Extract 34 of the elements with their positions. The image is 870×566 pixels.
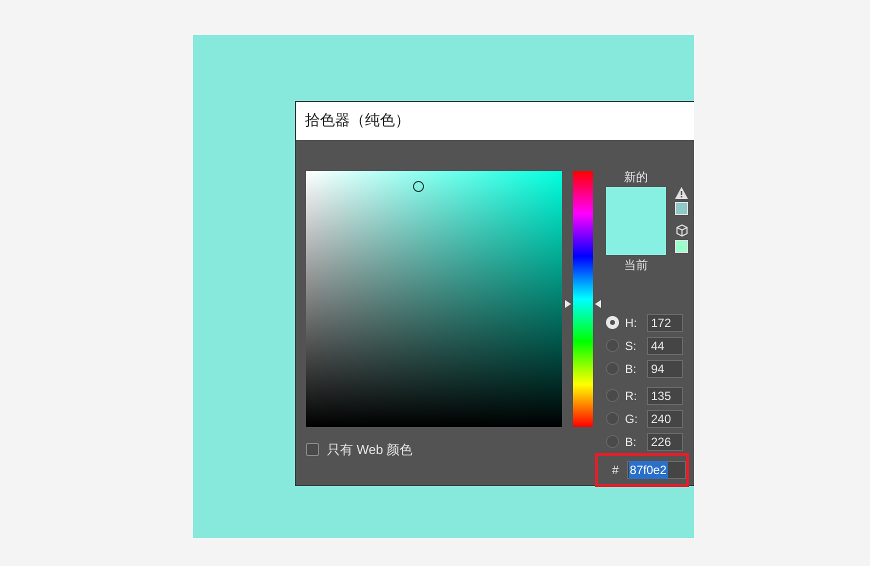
new-color-swatch [606,187,666,221]
current-label: 当前 [624,258,648,272]
cube-icon [676,224,688,237]
radio-button[interactable] [606,412,619,425]
radio-button[interactable] [606,389,619,402]
value-field[interactable]: 226 [647,432,683,450]
field-label: S: [625,338,638,354]
value-field[interactable]: 240 [647,410,683,428]
hue-strip[interactable] [573,171,593,427]
radio-button[interactable] [606,316,619,329]
value-field[interactable]: 135 [647,386,683,404]
value-field[interactable]: 172 [647,314,683,332]
current-color-swatch [606,221,666,255]
radio-button[interactable] [606,362,619,375]
field-label: B: [625,360,638,378]
hue-slider-thumb[interactable] [565,300,601,308]
value-field[interactable]: 44 [647,336,683,354]
web-safe-swatch[interactable] [675,240,688,253]
radio-button[interactable] [606,339,619,352]
color-field[interactable] [306,171,562,427]
field-label: B: [625,434,638,450]
field-label: G: [625,410,639,428]
warning-icon [675,187,688,199]
hex-label: # [612,462,620,479]
value-field[interactable]: 94 [647,360,683,378]
field-label: H: [625,314,638,332]
new-label: 新的 [624,170,648,184]
gamut-warning-swatch[interactable] [675,202,688,215]
field-label: R: [625,388,638,404]
hex-field[interactable]: 87f0e2 [626,461,686,479]
web-colors-checkbox[interactable] [306,443,319,456]
web-colors-label: 只有 Web 颜色 [327,441,413,459]
radio-button[interactable] [606,435,619,448]
window-title: 拾色器（纯色） [305,110,410,131]
